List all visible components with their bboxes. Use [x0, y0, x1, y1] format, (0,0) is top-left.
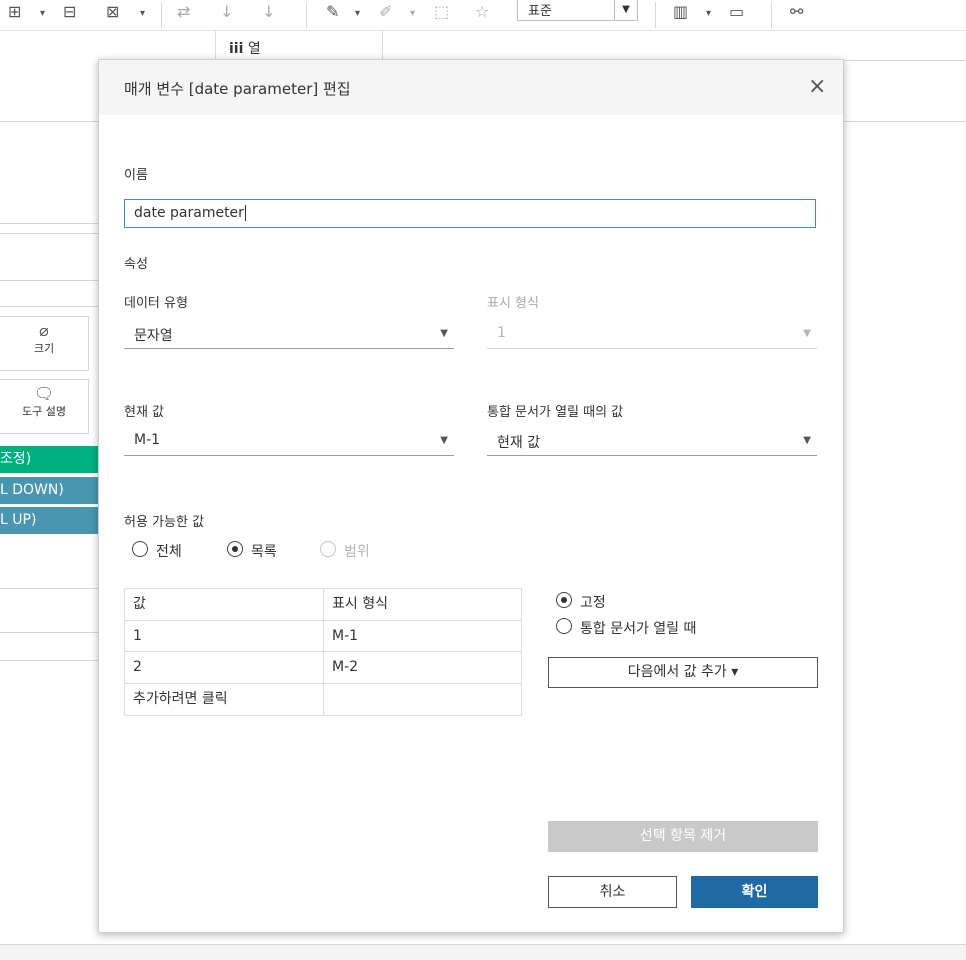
properties-label: 속성 — [124, 257, 148, 272]
columns-shelf[interactable]: iii 열 — [215, 30, 383, 60]
chevron-down-icon[interactable]: ▾ — [140, 8, 145, 19]
add-values-from-button[interactable]: 다음에서 값 추가 ▾ — [548, 657, 818, 688]
remove-selected-button: 선택 항목 제거 — [548, 821, 818, 852]
divider — [842, 121, 966, 122]
table-row[interactable]: 2 M-2 — [125, 652, 521, 684]
list-fixed-radio[interactable]: 고정 — [556, 592, 756, 611]
display-format-select: 1 ▼ — [487, 321, 817, 349]
divider — [0, 306, 98, 307]
divider — [0, 660, 98, 661]
divider — [0, 588, 98, 589]
annotate-icon[interactable]: ✐ — [379, 2, 392, 21]
dialog-header: 매개 변수 [date parameter] 편집 × — [99, 60, 843, 115]
allowable-all-radio[interactable]: 전체 — [132, 541, 222, 560]
list-on-open-radio[interactable]: 통합 문서가 열릴 때 — [556, 618, 756, 637]
size-label: 크기 — [33, 342, 55, 355]
cancel-button[interactable]: 취소 — [548, 876, 677, 908]
name-input-value: date parameter — [134, 205, 244, 221]
table-row[interactable]: 추가하려면 클릭 — [125, 683, 521, 716]
current-value: M-1 — [134, 432, 161, 448]
show-me-icon[interactable]: ▥ — [673, 2, 688, 21]
allowable-values-label: 허용 가능한 값 — [124, 515, 205, 530]
name-input[interactable]: date parameter — [124, 199, 816, 228]
divider — [0, 280, 98, 281]
divider — [0, 632, 98, 633]
sheet-tabs-bar — [0, 944, 966, 960]
data-type-select[interactable]: 문자열 ▼ — [124, 321, 454, 349]
view-fit-select[interactable]: 표준 ▼ — [517, 0, 638, 21]
dialog-title: 매개 변수 [date parameter] 편집 — [124, 80, 351, 98]
sort-descending-icon[interactable]: ↓ — [262, 2, 275, 21]
field-pill[interactable]: 조정) — [0, 446, 98, 473]
chevron-down-icon[interactable]: ▾ — [410, 8, 415, 19]
share-icon[interactable]: ⚯ — [790, 2, 803, 21]
sort-ascending-icon[interactable]: ↓ — [220, 2, 233, 21]
view-fit-value: 표준 — [528, 4, 552, 19]
toolbar: ⊞ ▾ ⊟ ⊠ ▾ ⇄ ↓ ↓ ✎ ▾ ✐ ▾ ⬚ ☆ 표준 ▼ ▥ ▾ ▭ ⚯ — [0, 0, 966, 31]
fit-icon[interactable]: ⬚ — [434, 2, 449, 21]
field-pill[interactable]: L UP) — [0, 507, 98, 534]
divider — [0, 233, 98, 234]
clear-sheet-icon[interactable]: ⊠ — [106, 2, 119, 21]
tooltip-icon: 🗨 — [33, 384, 55, 403]
name-label: 이름 — [124, 168, 148, 183]
table-cell[interactable]: 2 — [125, 652, 324, 683]
chevron-down-icon: ▼ — [803, 328, 811, 339]
chevron-down-icon[interactable]: ▾ — [40, 8, 45, 19]
data-type-value: 문자열 — [134, 328, 173, 344]
tooltip-card[interactable]: 🗨 도구 설명 — [0, 379, 89, 434]
ok-button[interactable]: 확인 — [691, 876, 818, 908]
table-row[interactable]: 1 M-1 — [125, 620, 521, 652]
data-type-label: 데이터 유형 — [124, 296, 188, 311]
table-cell[interactable]: M-2 — [324, 652, 521, 683]
tooltip-label: 도구 설명 — [22, 405, 66, 418]
on-open-label: 통합 문서가 열릴 때의 값 — [487, 405, 624, 420]
divider — [0, 121, 98, 122]
chevron-down-icon[interactable]: ▾ — [706, 8, 711, 19]
add-value-cell[interactable]: 추가하려면 클릭 — [125, 683, 324, 715]
highlight-icon[interactable]: ✎ — [326, 2, 339, 21]
on-open-value: 현재 값 — [497, 435, 541, 451]
column-header-value: 값 — [125, 589, 324, 620]
close-icon[interactable]: × — [808, 74, 826, 99]
divider — [0, 223, 98, 224]
swap-icon[interactable]: ⇄ — [177, 2, 190, 21]
add-sheet-icon[interactable]: ⊞ — [8, 2, 21, 21]
size-card[interactable]: ⌀ 크기 — [0, 316, 89, 371]
current-value-label: 현재 값 — [124, 405, 165, 420]
columns-shelf-label: iii 열 — [229, 41, 261, 57]
display-format-label: 표시 형식 — [487, 296, 539, 311]
on-open-select[interactable]: 현재 값 ▼ — [487, 428, 817, 456]
column-header-display: 표시 형식 — [332, 596, 388, 612]
current-value-select[interactable]: M-1 ▼ — [124, 428, 454, 456]
presentation-icon[interactable]: ▭ — [729, 2, 744, 21]
values-table: 값 표시 형식 1 M-1 2 M-2 추가하려면 클릭 — [124, 588, 522, 716]
columns-icon: iii — [229, 41, 244, 57]
table-cell[interactable] — [324, 684, 521, 716]
display-format-value: 1 — [497, 325, 506, 341]
pin-icon[interactable]: ☆ — [475, 2, 489, 21]
field-pill[interactable]: L DOWN) — [0, 477, 98, 504]
chevron-down-icon: ▼ — [803, 435, 811, 446]
allowable-range-radio: 범위 — [320, 541, 410, 560]
table-header-row: 값 표시 형식 — [125, 589, 521, 621]
table-cell[interactable]: 1 — [125, 620, 324, 651]
chevron-down-icon: ▼ — [614, 0, 637, 20]
table-cell[interactable]: M-1 — [324, 621, 521, 652]
chevron-down-icon[interactable]: ▾ — [355, 8, 360, 19]
size-icon: ⌀ — [39, 321, 49, 340]
allowable-list-radio[interactable]: 목록 — [227, 541, 317, 560]
chevron-down-icon: ▼ — [440, 435, 448, 446]
duplicate-sheet-icon[interactable]: ⊟ — [63, 2, 76, 21]
edit-parameter-dialog: 매개 변수 [date parameter] 편집 × 이름 date para… — [98, 59, 844, 933]
chevron-down-icon: ▼ — [440, 328, 448, 339]
